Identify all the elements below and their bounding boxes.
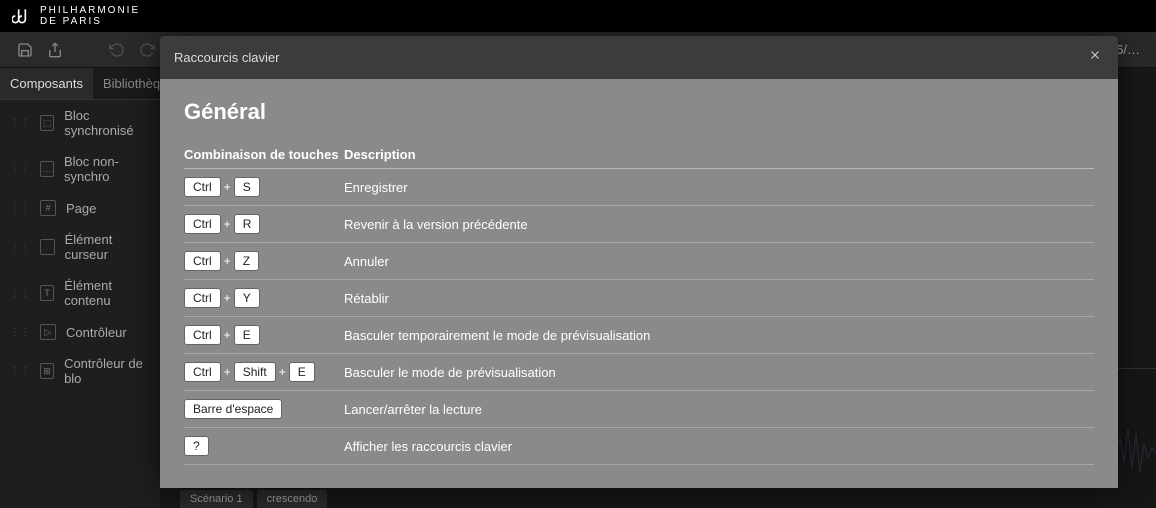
tab-composants[interactable]: Composants — [0, 68, 93, 99]
undo-icon[interactable] — [108, 41, 126, 59]
shortcut-description: Basculer le mode de prévisualisation — [344, 354, 1094, 391]
logo-text: PHILHARMONIE DE PARIS — [40, 5, 140, 27]
component-icon: ▷ — [40, 324, 56, 340]
key: Z — [234, 251, 259, 271]
key-combo: Ctrl+S — [184, 169, 344, 206]
shortcut-description: Lancer/arrêter la lecture — [344, 391, 1094, 428]
drag-handle-icon[interactable]: ⋮⋮ — [10, 164, 30, 175]
shortcut-row: Ctrl+Shift+EBasculer le mode de prévisua… — [184, 354, 1094, 391]
app-header: PHILHARMONIE DE PARIS — [0, 0, 1156, 32]
shortcut-row: ? Afficher les raccourcis clavier — [184, 428, 1094, 465]
share-icon[interactable] — [46, 41, 64, 59]
key-combo: Ctrl+R — [184, 206, 344, 243]
drag-handle-icon[interactable]: ⋮⋮ — [10, 118, 30, 129]
key-combo: Barre d'espace — [184, 391, 344, 428]
shortcut-description: Enregistrer — [344, 169, 1094, 206]
key-combo: Ctrl+Shift+E — [184, 354, 344, 391]
key: Ctrl — [184, 362, 221, 382]
sidebar-item[interactable]: ⋮⋮ # Page — [0, 192, 160, 224]
drag-handle-icon[interactable]: ⋮⋮ — [10, 203, 30, 214]
save-icon[interactable] — [16, 41, 34, 59]
sidebar-item[interactable]: ⋮⋮ T Élément contenu — [0, 270, 160, 316]
drag-handle-icon[interactable]: ⋮⋮ — [10, 242, 30, 253]
sidebar-item-label: Page — [66, 201, 96, 216]
component-icon: # — [40, 200, 56, 216]
col-desc: Description — [344, 141, 1094, 169]
sidebar-item-label: Contrôleur — [66, 325, 127, 340]
shortcut-description: Rétablir — [344, 280, 1094, 317]
shortcut-row: Ctrl+SEnregistrer — [184, 169, 1094, 206]
sidebar-item-label: Élément contenu — [64, 278, 150, 308]
waveform-preview — [1116, 418, 1156, 488]
sidebar-item[interactable]: ⋮⋮ Élément curseur — [0, 224, 160, 270]
drag-handle-icon[interactable]: ⋮⋮ — [10, 366, 30, 377]
shortcut-description: Annuler — [344, 243, 1094, 280]
key-combo: Ctrl+Z — [184, 243, 344, 280]
logo-icon — [12, 6, 32, 26]
key: S — [234, 177, 260, 197]
key: E — [234, 325, 260, 345]
key-combo: Ctrl+E — [184, 317, 344, 354]
drag-handle-icon[interactable]: ⋮⋮ — [10, 327, 30, 338]
ruler-chevron-icon[interactable]: › — [310, 490, 314, 504]
sidebar-item[interactable]: ⋮⋮ ⬚ Bloc synchronisé — [0, 100, 160, 146]
shortcut-description: Revenir à la version précédente — [344, 206, 1094, 243]
scenario-tab[interactable]: crescendo — [257, 490, 328, 508]
redo-icon[interactable] — [138, 41, 156, 59]
section-title: Général — [184, 99, 1094, 125]
shortcut-row: Ctrl+ZAnnuler — [184, 243, 1094, 280]
shortcut-row: Barre d'espace Lancer/arrêter la lecture — [184, 391, 1094, 428]
key: Ctrl — [184, 251, 221, 271]
shortcut-row: Ctrl+EBasculer temporairement le mode de… — [184, 317, 1094, 354]
component-icon: ⬚ — [40, 115, 54, 131]
component-icon: … — [40, 161, 54, 177]
shortcuts-table: Combinaison de touches Description Ctrl+… — [184, 141, 1094, 465]
component-icon: ⊞ — [40, 363, 54, 379]
key: Y — [234, 288, 260, 308]
sidebar-item-label: Contrôleur de blo — [64, 356, 150, 386]
sidebar-item-label: Bloc non-synchro — [64, 154, 150, 184]
key: Ctrl — [184, 177, 221, 197]
modal-title: Raccourcis clavier — [174, 50, 279, 65]
key-combo: ? — [184, 428, 344, 465]
shortcuts-modal: Raccourcis clavier Général Combinaison d… — [160, 36, 1118, 488]
key-combo: Ctrl+Y — [184, 280, 344, 317]
shortcut-description: Afficher les raccourcis clavier — [344, 428, 1094, 465]
sidebar-item[interactable]: ⋮⋮ ▷ Contrôleur — [0, 316, 160, 348]
col-keys: Combinaison de touches — [184, 141, 344, 169]
sidebar-item[interactable]: ⋮⋮ … Bloc non-synchro — [0, 146, 160, 192]
component-icon — [40, 239, 55, 255]
key: Ctrl — [184, 288, 221, 308]
key: Shift — [234, 362, 276, 382]
sidebar: Composants Bibliothèq ⋮⋮ ⬚ Bloc synchronis… — [0, 68, 160, 508]
key: Ctrl — [184, 214, 221, 234]
key: Ctrl — [184, 325, 221, 345]
key: E — [289, 362, 315, 382]
shortcut-description: Basculer temporairement le mode de prévi… — [344, 317, 1094, 354]
sidebar-tabs: Composants Bibliothèq — [0, 68, 160, 100]
component-icon: T — [40, 285, 54, 301]
sidebar-item-label: Bloc synchronisé — [64, 108, 150, 138]
shortcut-row: Ctrl+RRevenir à la version précédente — [184, 206, 1094, 243]
sidebar-item-label: Élément curseur — [65, 232, 150, 262]
key: ? — [184, 436, 209, 456]
close-icon[interactable] — [1086, 46, 1104, 69]
key: Barre d'espace — [184, 399, 282, 419]
scenario-tab[interactable]: Scénario 1 — [180, 490, 253, 508]
shortcut-row: Ctrl+YRétablir — [184, 280, 1094, 317]
key: R — [234, 214, 261, 234]
drag-handle-icon[interactable]: ⋮⋮ — [10, 288, 30, 299]
tab-bibliotheque[interactable]: Bibliothèq — [93, 68, 170, 99]
sidebar-item[interactable]: ⋮⋮ ⊞ Contrôleur de blo — [0, 348, 160, 394]
